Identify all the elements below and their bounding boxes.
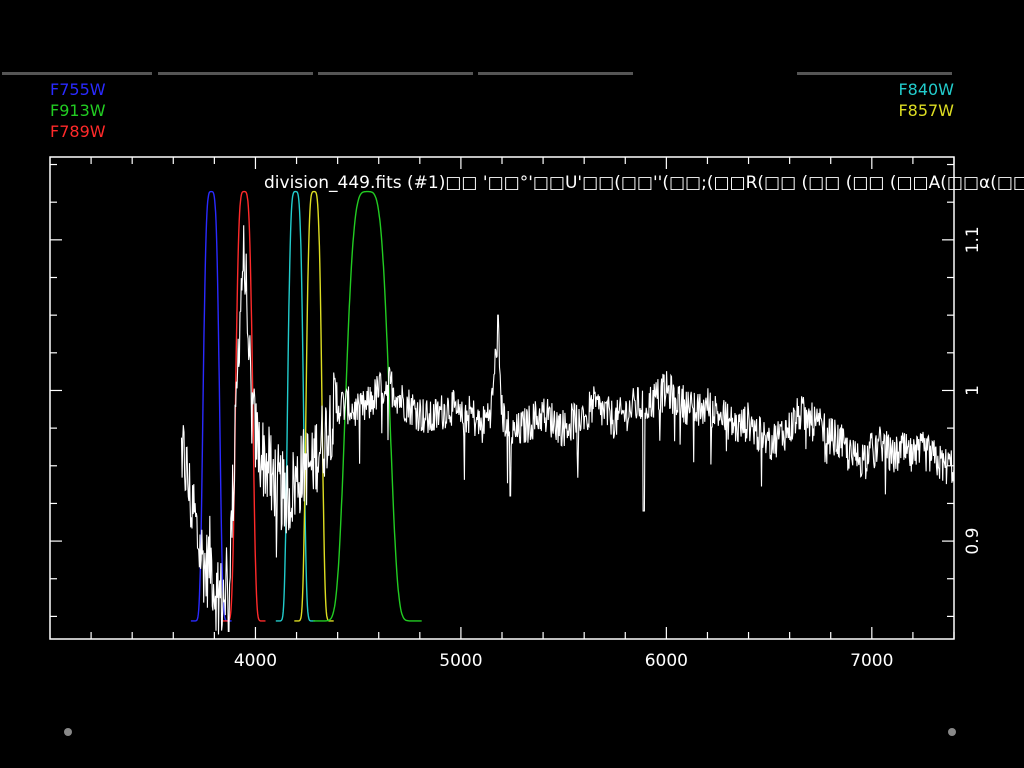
top-bar [158, 72, 313, 75]
x-tick-label: 4000 [234, 651, 277, 671]
y-tick-label: 1 [963, 385, 983, 396]
x-tick-label: 5000 [439, 651, 482, 671]
spectrum-chart: F755W F913W F789W F840W F857W division_4… [0, 0, 1024, 768]
legend-entry-f755w: F755W [50, 80, 106, 99]
legend-left: F755W F913W F789W [50, 80, 106, 141]
chart-title: division_449.fits (#1)□□ '□□°'□□U'□□(□□'… [264, 173, 1024, 193]
legend-entry-f913w: F913W [50, 101, 106, 120]
top-bar [318, 72, 473, 75]
top-bar [478, 72, 633, 75]
corner-dot [948, 728, 956, 736]
legend-entry-f840w: F840W [898, 80, 954, 99]
corner-dot [64, 728, 72, 736]
top-bar [797, 72, 952, 75]
x-tick-label: 7000 [850, 651, 893, 671]
legend-entry-f789w: F789W [50, 122, 106, 141]
x-tick-label: 6000 [645, 651, 688, 671]
y-tick-label: 0.9 [963, 528, 983, 555]
top-bar [2, 72, 152, 75]
y-tick-label: 1.1 [963, 226, 983, 253]
legend-entry-f857w: F857W [898, 101, 954, 120]
